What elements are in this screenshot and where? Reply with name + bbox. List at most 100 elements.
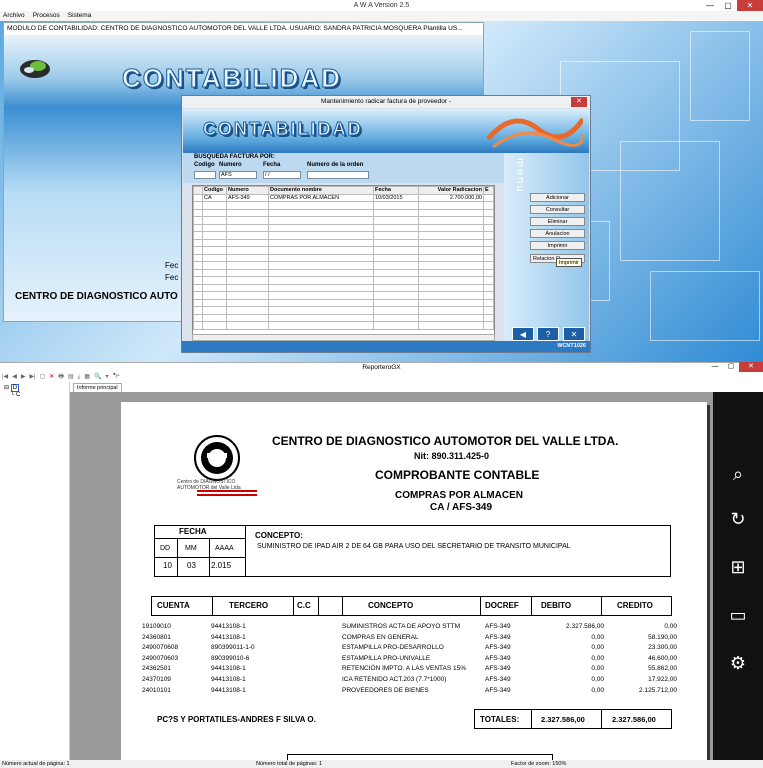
grid-cell[interactable]: CA [202,193,227,202]
entry-cell: 24360801 [142,633,171,641]
print-icon[interactable]: 🖶 [58,372,64,382]
logo-text-2: AUTOMOTOR del Valle Ltda [177,485,241,491]
tree-node[interactable]: ⊟ D [4,384,20,392]
entry-cell: COMPRAS EN GENERAL [342,633,419,641]
report-company: CENTRO DE DIAGNOSTICO AUTOMOTOR DEL VALL… [272,434,619,448]
first-page-icon[interactable]: |◀ [2,372,8,382]
grid-cell[interactable] [483,193,494,202]
search-icon[interactable]: ⌕ [726,462,750,486]
layout-icon[interactable]: ▦ [84,372,90,382]
grid-empty-row[interactable] [193,276,494,285]
fecha-input[interactable]: / / [263,171,301,179]
grid-cell[interactable]: 2.700.000,00 [418,193,484,202]
total-debito: 2.327.586,00 [541,715,585,724]
grid-cell[interactable]: AFS-349 [226,193,269,202]
imprimir-button[interactable]: Imprimir [530,241,585,250]
prev-page-icon[interactable]: ◀ [12,372,17,382]
devices-icon[interactable]: ▭ [726,603,750,627]
menu-word: menu [514,158,526,194]
grid-empty-row[interactable] [193,268,494,277]
search-panel: BUSQUEDA FACTURA POR: Codigo Numero Fech… [183,153,505,183]
codigo-input[interactable] [194,171,216,179]
tree-node-label[interactable]: C [16,392,20,398]
find-icon[interactable]: 🔭 [113,372,120,382]
exit-nav-button[interactable]: ✕ [563,327,585,341]
tree-node-label[interactable]: D [10,384,20,392]
report-close-button[interactable]: ✕ [739,362,763,372]
grid-empty-row[interactable] [193,238,494,247]
entry-cell: 19109010 [142,623,171,630]
menu-archivo[interactable]: Archivo [3,11,25,21]
entry-cell: AFS-349 [485,665,511,673]
entry-cell: AFS-349 [485,654,511,662]
menu-procesos[interactable]: Procesos [33,11,60,21]
entry-cell: 94413108-1 [211,633,246,641]
col-debito: DEBITO [541,601,572,610]
grid-empty-row[interactable] [193,261,494,270]
next-page-icon[interactable]: ▶ [21,372,26,382]
minimize-button[interactable]: — [701,0,719,11]
document-icon[interactable]: ▤ [68,372,74,382]
fecha-mm-head: MM [185,545,197,552]
close-button[interactable]: ✕ [737,0,763,11]
grid-empty-row[interactable] [193,298,494,307]
settings-icon[interactable]: ⚙ [726,651,750,675]
grid-empty-row[interactable] [193,283,494,292]
adicionar-button[interactable]: Adicionar [530,193,585,202]
col-concepto: CONCEPTO [368,601,414,610]
zoom-icon[interactable]: 🔍 [94,372,101,382]
grid-empty-row[interactable] [193,246,494,255]
entry-cell: AFS-349 [485,686,511,694]
entry-cell: 2490070603 [142,654,179,662]
report-maximize-button[interactable]: ▢ [723,362,739,372]
grid-empty-row[interactable] [193,313,494,322]
export-icon[interactable]: ⤓ [78,372,81,382]
dialog-close-button[interactable]: ✕ [571,97,587,107]
entry-cell: 0,00 [664,623,677,630]
concepto-label: CONCEPTO: [255,531,303,540]
app-title: A W A Version 2.5 [353,2,410,9]
swirl-decoration-icon [486,117,583,149]
consultar-button[interactable]: Consultar [530,205,585,214]
windows-start-icon[interactable]: ⊞ [726,555,750,579]
status-zoom: Factor de zoom: 150% [511,761,567,767]
page-icon[interactable]: ▢ [40,372,46,382]
anulacion-button[interactable]: Anulacion [530,229,585,238]
report-minimize-button[interactable]: — [707,362,723,372]
help-nav-button[interactable]: ? [537,327,559,341]
eliminar-button[interactable]: Eliminar [530,217,585,226]
grid-empty-row[interactable] [193,306,494,315]
entry-cell: 2490070608 [142,644,179,652]
close-icon[interactable]: ✕ [49,372,54,382]
last-page-icon[interactable]: ▶| [29,372,35,382]
orden-input[interactable] [307,171,369,179]
grid-empty-row[interactable] [193,321,494,330]
entry-cell: ESTAMPILLA PRO-DESARROLLO [342,644,444,652]
back-nav-button[interactable]: ◀ [512,327,534,341]
numero-input[interactable]: AFS [219,171,257,179]
grid-empty-row[interactable] [193,291,494,300]
grid-empty-row[interactable] [193,223,494,232]
menu-sistema[interactable]: Sistema [68,11,91,21]
grid-empty-row[interactable] [193,231,494,240]
form-id: WCNT1026 [557,343,586,349]
tree-leaf-icon: └ [10,392,15,398]
concepto-text: SUMINISTRO DE IPAD AIR 2 DE 64 GB PARA U… [257,543,571,550]
grid-empty-row[interactable] [193,201,494,210]
charms-bar: ⌕ ↻ ⊞ ▭ ⚙ [713,392,763,760]
zoom-dropdown-icon[interactable]: ▾ [105,372,108,382]
module-title: MODULO DE CONTABILIDAD: CENTRO DE DIAGNO… [7,25,463,32]
grid-empty-row[interactable] [193,253,494,262]
maximize-button[interactable]: ▢ [719,0,737,11]
grid-horizontal-scrollbar[interactable] [192,334,495,341]
dialog-title-bar: Mantenimiento radicar factura de proveed… [182,96,590,108]
grid-cell[interactable]: 10/03/2015 [373,193,419,202]
tree-node[interactable]: └ C [10,392,20,398]
share-icon[interactable]: ↻ [726,507,750,531]
grid-empty-row[interactable] [193,216,494,225]
grid-row[interactable]: CA AFS-349 COMPRAS POR ALMACEN 10/03/201… [193,193,494,202]
grid-header: Codigo [202,186,227,195]
grid-empty-row[interactable] [193,208,494,217]
grid-cell[interactable]: COMPRAS POR ALMACEN [268,193,374,202]
tab-informe-principal[interactable]: Informe principal [73,383,122,392]
